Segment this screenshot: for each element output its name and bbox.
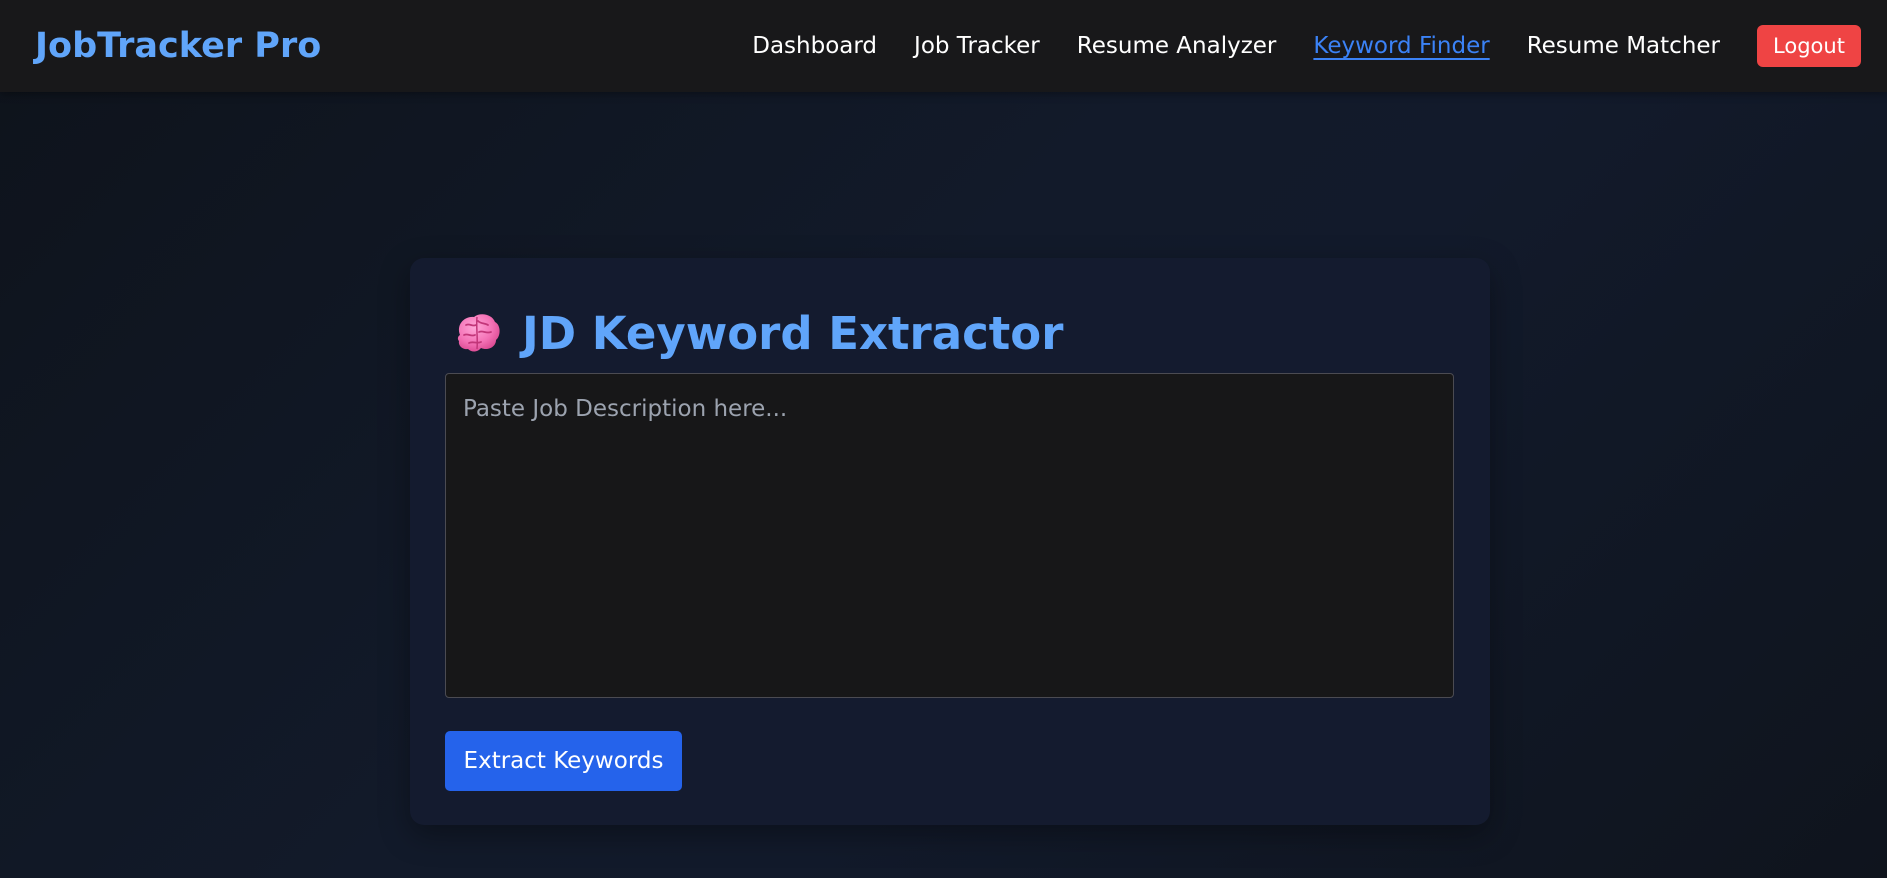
brand-logo[interactable]: JobTracker Pro bbox=[35, 24, 321, 68]
brain-icon bbox=[452, 311, 502, 355]
logout-button[interactable]: Logout bbox=[1757, 25, 1861, 67]
extract-keywords-button[interactable]: Extract Keywords bbox=[445, 731, 682, 791]
nav-link-resume-matcher[interactable]: Resume Matcher bbox=[1527, 31, 1720, 61]
job-description-input[interactable] bbox=[445, 373, 1454, 698]
nav-link-dashboard[interactable]: Dashboard bbox=[752, 31, 877, 61]
card-heading: JD Keyword Extractor bbox=[452, 298, 1063, 368]
nav-links: Dashboard Job Tracker Resume Analyzer Ke… bbox=[752, 0, 1861, 92]
nav-link-resume-analyzer[interactable]: Resume Analyzer bbox=[1077, 31, 1277, 61]
nav-link-keyword-finder[interactable]: Keyword Finder bbox=[1313, 31, 1489, 61]
keyword-extractor-card: JD Keyword Extractor Extract Keywords bbox=[410, 258, 1490, 825]
navbar: JobTracker Pro Dashboard Job Tracker Res… bbox=[0, 0, 1887, 92]
nav-link-job-tracker[interactable]: Job Tracker bbox=[914, 31, 1040, 61]
card-title: JD Keyword Extractor bbox=[522, 306, 1064, 360]
